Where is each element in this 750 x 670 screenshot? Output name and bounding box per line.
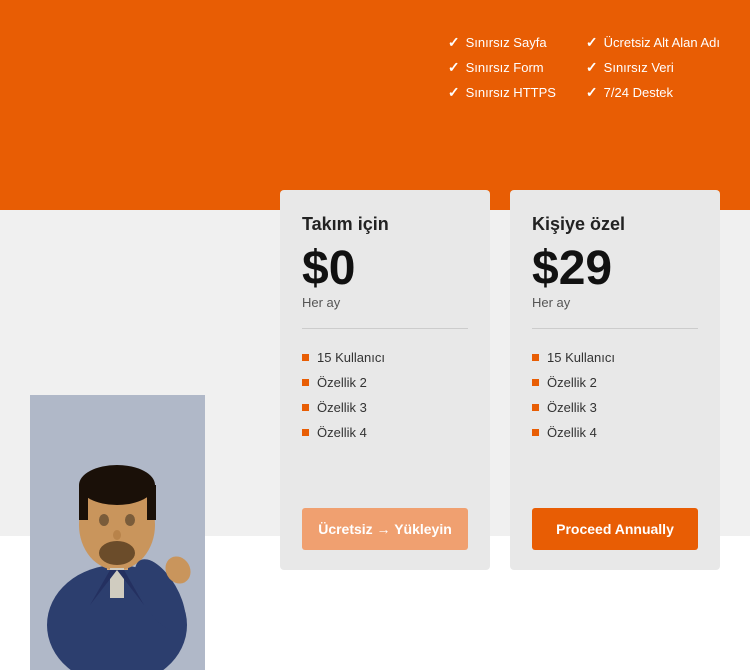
feature-list-item: Özellik 4	[532, 420, 698, 445]
bullet-icon	[532, 429, 539, 436]
card-divider	[532, 328, 698, 329]
feature-item: ✓Ücretsiz Alt Alan Adı	[586, 34, 720, 51]
card-period: Her ay	[532, 295, 698, 310]
bullet-icon	[532, 354, 539, 361]
feature-item: ✓Sınırsız Sayfa	[448, 34, 556, 51]
card-features-list: 15 Kullanıcı Özellik 2 Özellik 3 Özellik…	[532, 345, 698, 488]
bottom-section: Takım için $0 Her ay 15 Kullanıcı Özelli…	[0, 210, 750, 536]
feature-item: ✓7/24 Destek	[586, 84, 720, 101]
card-cta-button[interactable]: Ücretsiz → Yükleyin	[302, 508, 468, 550]
card-period: Her ay	[302, 295, 468, 310]
hero-section: ✓Sınırsız Sayfa ✓Sınırsız Form ✓Sınırsız H…	[0, 0, 750, 210]
check-icon: ✓	[586, 34, 598, 51]
check-icon: ✓	[448, 59, 460, 76]
card-cta-button[interactable]: Proceed Annually	[532, 508, 698, 550]
card-title: Kişiye özel	[532, 214, 698, 235]
feature-list-item: Özellik 2	[302, 370, 468, 395]
feature-item: ✓Sınırsız Form	[448, 59, 556, 76]
feature-list-item: 15 Kullanıcı	[302, 345, 468, 370]
bullet-icon	[302, 354, 309, 361]
card-divider	[302, 328, 468, 329]
card-title: Takım için	[302, 214, 468, 235]
person-image	[30, 395, 205, 670]
check-icon: ✓	[586, 84, 598, 101]
feature-item: ✓Sınırsız Veri	[586, 59, 720, 76]
features-col-1: ✓Sınırsız Sayfa ✓Sınırsız Form ✓Sınırsız H…	[448, 34, 556, 101]
feature-list-item: Özellik 4	[302, 420, 468, 445]
feature-list-item: Özellik 3	[532, 395, 698, 420]
check-icon: ✓	[586, 59, 598, 76]
card-features-list: 15 Kullanıcı Özellik 2 Özellik 3 Özellik…	[302, 345, 468, 488]
feature-list-item: Özellik 2	[532, 370, 698, 395]
card-price: $29	[532, 245, 698, 293]
pricing-cards: Takım için $0 Her ay 15 Kullanıcı Özelli…	[280, 190, 720, 570]
feature-list-item: 15 Kullanıcı	[532, 345, 698, 370]
features-col-2: ✓Ücretsiz Alt Alan Adı ✓Sınırsız Veri ✓7/2…	[586, 34, 720, 101]
pricing-card-0: Takım için $0 Her ay 15 Kullanıcı Özelli…	[280, 190, 490, 570]
pricing-card-1: Kişiye özel $29 Her ay 15 Kullanıcı Özel…	[510, 190, 720, 570]
card-price: $0	[302, 245, 468, 293]
bullet-icon	[532, 404, 539, 411]
bullet-icon	[302, 404, 309, 411]
feature-item: ✓Sınırsız HTTPS	[448, 84, 556, 101]
check-icon: ✓	[448, 34, 460, 51]
check-icon: ✓	[448, 84, 460, 101]
feature-list-item: Özellik 3	[302, 395, 468, 420]
bullet-icon	[302, 379, 309, 386]
features-area: ✓Sınırsız Sayfa ✓Sınırsız Form ✓Sınırsız H…	[448, 34, 720, 101]
bullet-icon	[532, 379, 539, 386]
bullet-icon	[302, 429, 309, 436]
